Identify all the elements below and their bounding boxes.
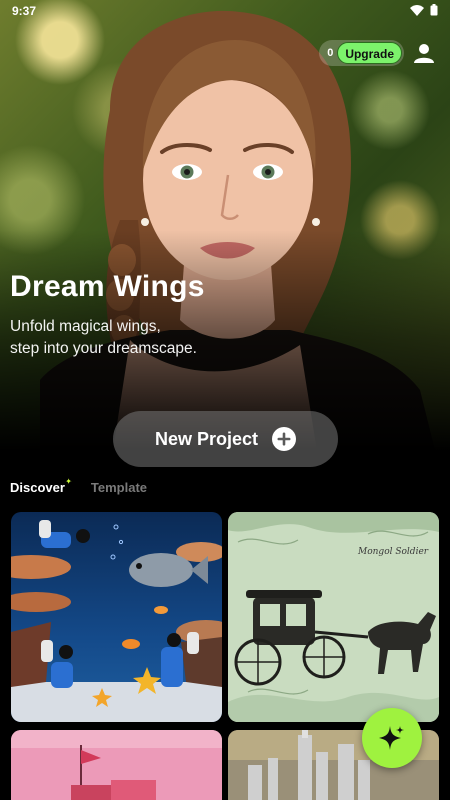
status-bar: 9:37	[0, 0, 450, 22]
sparkle-indicator-icon: ✦	[65, 477, 72, 486]
grid-card-carriage[interactable]: Mongol Soldier	[228, 512, 439, 722]
image-script-text: Mongol Soldier	[357, 547, 429, 557]
grid-card-sailboat[interactable]	[11, 730, 222, 800]
new-project-label: New Project	[154, 428, 259, 449]
person-icon[interactable]	[412, 41, 436, 65]
wifi-icon	[410, 4, 424, 16]
underwater-divers-image	[11, 512, 222, 722]
ai-sparkle-fab[interactable]	[362, 708, 422, 768]
grid-card-underwater[interactable]	[11, 512, 222, 722]
hero-title: Dream Wings	[10, 270, 205, 303]
upgrade-button[interactable]: Upgrade	[337, 42, 402, 64]
credit-count: 0	[327, 47, 334, 59]
battery-icon	[430, 4, 438, 16]
hero-banner[interactable]: Dream Wings Unfold magical wings, step i…	[0, 0, 450, 470]
sparkle-icon	[379, 726, 404, 750]
hero-subtitle: Unfold magical wings, step into your dre…	[10, 318, 197, 357]
tab-discover-label: Discover	[10, 480, 65, 495]
tab-discover[interactable]: Discover ✦	[10, 477, 72, 495]
tab-bar: Discover ✦ Template	[10, 477, 147, 495]
tab-template[interactable]: Template	[91, 480, 147, 495]
pink-sailboat-image	[11, 730, 222, 800]
header-actions: 0 Upgrade	[319, 40, 436, 66]
status-time: 9:37	[12, 4, 37, 18]
new-project-button[interactable]: New Project	[113, 411, 338, 467]
plus-circle-icon	[272, 427, 297, 451]
vintage-carriage-image: Mongol Soldier	[228, 512, 439, 722]
status-icons	[410, 4, 438, 16]
credits-pill[interactable]: 0 Upgrade	[319, 40, 404, 66]
